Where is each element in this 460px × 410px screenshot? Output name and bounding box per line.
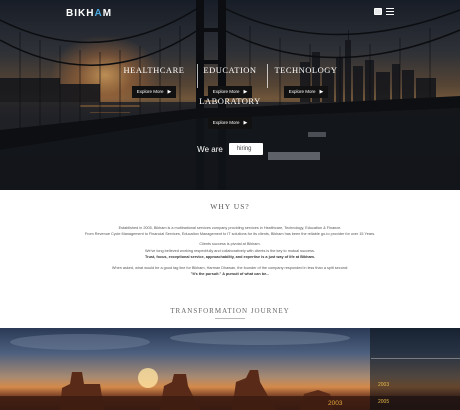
- arrow-right-icon: ▶: [243, 120, 248, 126]
- arrow-right-icon: ▶: [319, 89, 324, 95]
- paragraph: Trust, focus, exceptional service, appro…: [144, 255, 315, 259]
- division-title: TECHNOLOGY: [274, 65, 338, 75]
- timeline-year[interactable]: 2005: [378, 399, 389, 405]
- quote: "It's the pursuit." A pursuit of what ca…: [190, 272, 270, 276]
- division-education: EDUCATION Explore More ▶: [189, 65, 271, 98]
- explore-more-button[interactable]: Explore More ▶: [131, 86, 177, 98]
- title-underline: [215, 318, 245, 319]
- division-laboratory: LABORATORY Explore More ▶: [189, 96, 271, 129]
- explore-more-button[interactable]: Explore More ▶: [283, 86, 329, 98]
- paragraph: When asked, what would be a good tag lin…: [111, 266, 349, 270]
- paragraph: We've long believed working respectfully…: [145, 249, 315, 253]
- division-technology: TECHNOLOGY Explore More ▶: [265, 65, 347, 98]
- we-are-hiring: We are hiring: [0, 143, 460, 155]
- paragraph: From Revenue Cycle Management to Financi…: [84, 232, 376, 236]
- paragraph: Established in 2005, Bikham is a multina…: [118, 226, 342, 230]
- timeline-line: [371, 358, 460, 359]
- division-healthcare: HEALTHCARE Explore More ▶: [113, 65, 195, 98]
- transformation-image: 2003 2003 2005: [0, 328, 460, 410]
- logo-accent-letter: A: [94, 8, 103, 19]
- menu-icon[interactable]: [386, 8, 394, 15]
- division-title: EDUCATION: [203, 65, 257, 75]
- paragraph: Clients success is pivotal at Bikham.: [199, 242, 261, 246]
- logo-text-end: M: [102, 8, 113, 19]
- logo-text: BIKH: [66, 8, 95, 19]
- timeline-year[interactable]: 2003: [378, 382, 389, 388]
- explore-more-button[interactable]: Explore More ▶: [207, 117, 253, 129]
- we-are-text: We are: [197, 144, 223, 154]
- section-title: WHY US?: [210, 202, 250, 211]
- arrow-right-icon: ▶: [243, 89, 248, 95]
- rotating-word[interactable]: hiring: [228, 143, 263, 155]
- bikham-logo[interactable]: BIKHAM: [66, 8, 112, 19]
- square-icon[interactable]: [374, 8, 382, 15]
- arrow-right-icon: ▶: [167, 89, 172, 95]
- timeline-year-active[interactable]: 2003: [328, 400, 342, 407]
- division-title: LABORATORY: [199, 96, 261, 106]
- timeline-panel: [370, 328, 460, 410]
- transformation-title: TRANSFORMATION JOURNEY: [170, 307, 290, 315]
- header-icons: [374, 8, 394, 15]
- hero-banner: BIKHAM HEALTHCARE Explore More ▶ EDUCATIO…: [0, 0, 460, 190]
- division-title: HEALTHCARE: [123, 65, 185, 75]
